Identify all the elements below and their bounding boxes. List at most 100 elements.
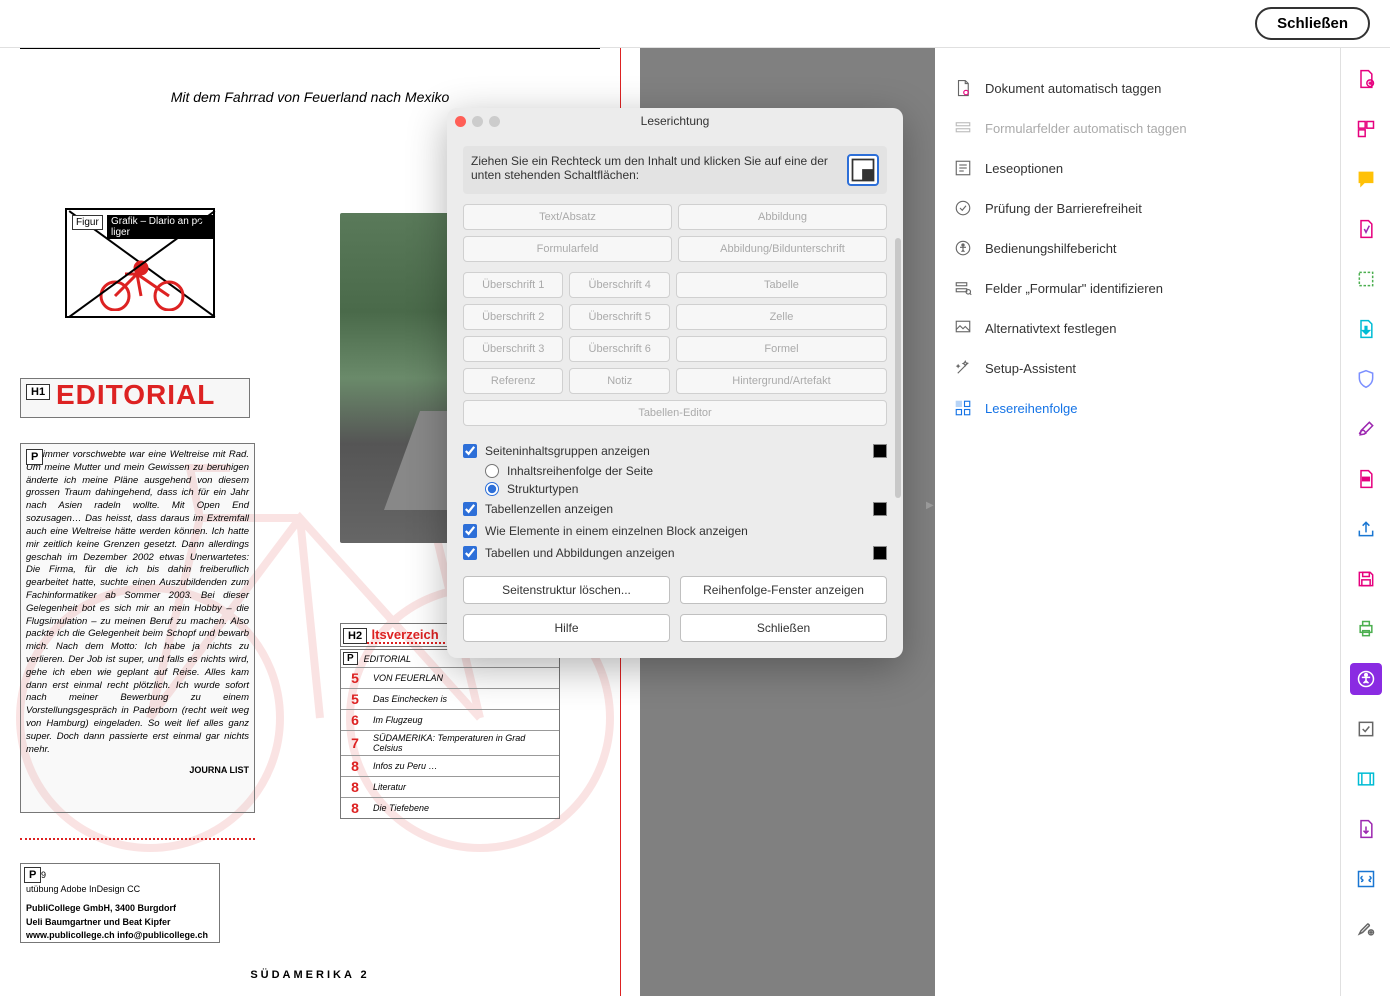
radio[interactable] <box>485 464 499 478</box>
dialog-close-button[interactable]: Schließen <box>680 614 887 642</box>
h2-button[interactable]: Überschrift 2 <box>463 304 563 330</box>
video-icon[interactable] <box>1350 763 1382 795</box>
help-button[interactable]: Hilfe <box>463 614 670 642</box>
form-field-button[interactable]: Formularfeld <box>463 236 672 262</box>
color-swatch[interactable] <box>873 546 887 560</box>
dialog-scrollbar[interactable] <box>895 238 901 498</box>
accessibility-icon[interactable] <box>1350 663 1382 695</box>
note-button[interactable]: Notiz <box>569 368 669 394</box>
reference-button[interactable]: Referenz <box>463 368 563 394</box>
toc-label: Literatur <box>369 780 559 794</box>
tool-label: Dokument automatisch taggen <box>985 81 1161 96</box>
text-paragraph-button[interactable]: Text/Absatz <box>463 204 672 230</box>
dialog-titlebar[interactable]: Leserichtung <box>447 108 903 134</box>
show-table-cells-check[interactable]: Tabellenzellen anzeigen <box>463 498 887 520</box>
dialog-instruction-text: Ziehen Sie ein Rechteck um den Inhalt un… <box>471 154 837 182</box>
background-artifact-button[interactable]: Hintergrund/Artefakt <box>676 368 887 394</box>
bicycle-icon <box>97 256 187 311</box>
tool-accessibility-report[interactable]: Bedienungshilfebericht <box>945 228 1229 268</box>
cell-button[interactable]: Zelle <box>676 304 887 330</box>
editorial-body-text: mir immer vorschwebte war eine Weltreise… <box>26 449 249 757</box>
credit-line1: utübung Adobe InDesign CC <box>26 883 214 897</box>
color-swatch[interactable] <box>873 444 887 458</box>
show-order-panel-button[interactable]: Reihenfolge-Fenster anzeigen <box>680 576 887 604</box>
comment-icon[interactable] <box>1350 163 1382 195</box>
stamp-icon[interactable] <box>1350 213 1382 245</box>
tool-label: Setup-Assistent <box>985 361 1076 376</box>
create-pdf-icon[interactable] <box>1350 63 1382 95</box>
tool-reading-order[interactable]: Lesereihenfolge <box>945 388 1229 428</box>
panel-collapse-handle[interactable]: ▶ <box>926 500 935 520</box>
more-tools-icon[interactable] <box>1350 913 1382 945</box>
checkbox[interactable] <box>463 546 477 560</box>
close-button[interactable]: Schließen <box>1255 7 1370 40</box>
tool-accessibility-check[interactable]: Prüfung der Barrierefreiheit <box>945 188 1229 228</box>
credit-year: 2019 <box>26 869 214 883</box>
checkbox[interactable] <box>463 524 477 538</box>
preflight-icon[interactable] <box>1350 713 1382 745</box>
color-swatch[interactable] <box>873 502 887 516</box>
radio[interactable] <box>485 482 499 496</box>
page-content-order-radio[interactable]: Inhaltsreihenfolge der Seite <box>463 462 887 480</box>
tag-button-row-4: Überschrift 3 Überschrift 6 Formel <box>463 336 887 362</box>
print-icon[interactable] <box>1350 613 1382 645</box>
toc-num: 8 <box>341 756 369 776</box>
save-icon[interactable] <box>1350 563 1382 595</box>
export-pdf-icon[interactable] <box>1350 313 1382 345</box>
tool-label: Alternativtext festlegen <box>985 321 1117 336</box>
checkbox[interactable] <box>463 444 477 458</box>
tag-button-row-5: Referenz Notiz Hintergrund/Artefakt <box>463 368 887 394</box>
structure-order-icon[interactable]: 1 <box>847 154 879 186</box>
editorial-heading-box[interactable]: H1 EDITORIAL <box>20 378 250 418</box>
share-icon[interactable] <box>1350 513 1382 545</box>
redact-icon[interactable] <box>1350 463 1382 495</box>
radio-label: Strukturtypen <box>507 482 578 496</box>
h4-button[interactable]: Überschrift 4 <box>569 272 669 298</box>
table-editor-button[interactable]: Tabellen-Editor <box>463 400 887 426</box>
checkbox[interactable] <box>463 502 477 516</box>
tool-setup-wizard[interactable]: Setup-Assistent <box>945 348 1229 388</box>
toc-num: 5 <box>341 668 369 688</box>
table-button[interactable]: Tabelle <box>676 272 887 298</box>
figure-caption: Grafik – Dlario an po liger <box>107 215 213 239</box>
organize-pages-icon[interactable] <box>1350 113 1382 145</box>
h6-button[interactable]: Überschrift 6 <box>569 336 669 362</box>
credit-line2: PubliCollege GmbH, 3400 Burgdorf <box>26 902 214 916</box>
toc-label: Infos zu Peru … <box>369 759 559 773</box>
action-wizard-icon[interactable] <box>1350 813 1382 845</box>
show-page-content-groups-check[interactable]: Seiteninhaltsgruppen anzeigen <box>463 440 887 462</box>
show-single-block-check[interactable]: Wie Elemente in einem einzelnen Block an… <box>463 520 887 542</box>
tool-reading-options[interactable]: Leseoptionen <box>945 148 1229 188</box>
toc-row: 7SÜDAMERIKA: Temperaturen in Grad Celsiu… <box>341 731 559 756</box>
h1-button[interactable]: Überschrift 1 <box>463 272 563 298</box>
radio-label: Inhaltsreihenfolge der Seite <box>507 464 653 478</box>
tool-auto-tag-document[interactable]: Dokument automatisch taggen <box>945 68 1229 108</box>
figure-button[interactable]: Abbildung <box>678 204 887 230</box>
right-tool-rail <box>1340 48 1390 996</box>
h3-button[interactable]: Überschrift 3 <box>463 336 563 362</box>
figure-caption-button[interactable]: Abbildung/Bildunterschrift <box>678 236 887 262</box>
figure-artifact-box[interactable]: Figur Grafik – Dlario an po liger <box>65 208 215 318</box>
fill-sign-icon[interactable] <box>1350 413 1382 445</box>
dotted-separator <box>20 838 255 840</box>
protect-icon[interactable] <box>1350 363 1382 395</box>
identify-fields-icon <box>953 278 973 298</box>
measure-icon[interactable] <box>1350 263 1382 295</box>
toc-label: Das Einchecken is <box>369 692 559 706</box>
clear-page-structure-button[interactable]: Seitenstruktur löschen... <box>463 576 670 604</box>
editorial-paragraph-box[interactable]: P mir immer vorschwebte war eine Weltrei… <box>20 443 255 813</box>
credit-box[interactable]: P 2019 utübung Adobe InDesign CC PubliCo… <box>20 863 220 943</box>
formula-button[interactable]: Formel <box>676 336 887 362</box>
check-label: Wie Elemente in einem einzelnen Block an… <box>485 524 748 538</box>
tool-identify-form-fields[interactable]: Felder „Formular" identifizieren <box>945 268 1229 308</box>
credit-line4: www.publicollege.ch info@publicollege.ch <box>26 929 214 943</box>
h5-button[interactable]: Überschrift 5 <box>569 304 669 330</box>
figure-badge: Figur <box>72 215 103 230</box>
javascript-icon[interactable] <box>1350 863 1382 895</box>
dialog-footer: Seitenstruktur löschen... Reihenfolge-Fe… <box>463 576 887 642</box>
toc-num: 8 <box>341 798 369 818</box>
h2-badge: H2 <box>343 628 367 644</box>
show-tables-figures-check[interactable]: Tabellen und Abbildungen anzeigen <box>463 542 887 564</box>
structure-types-radio[interactable]: Strukturtypen <box>463 480 887 498</box>
tool-set-alt-text[interactable]: Alternativtext festlegen <box>945 308 1229 348</box>
